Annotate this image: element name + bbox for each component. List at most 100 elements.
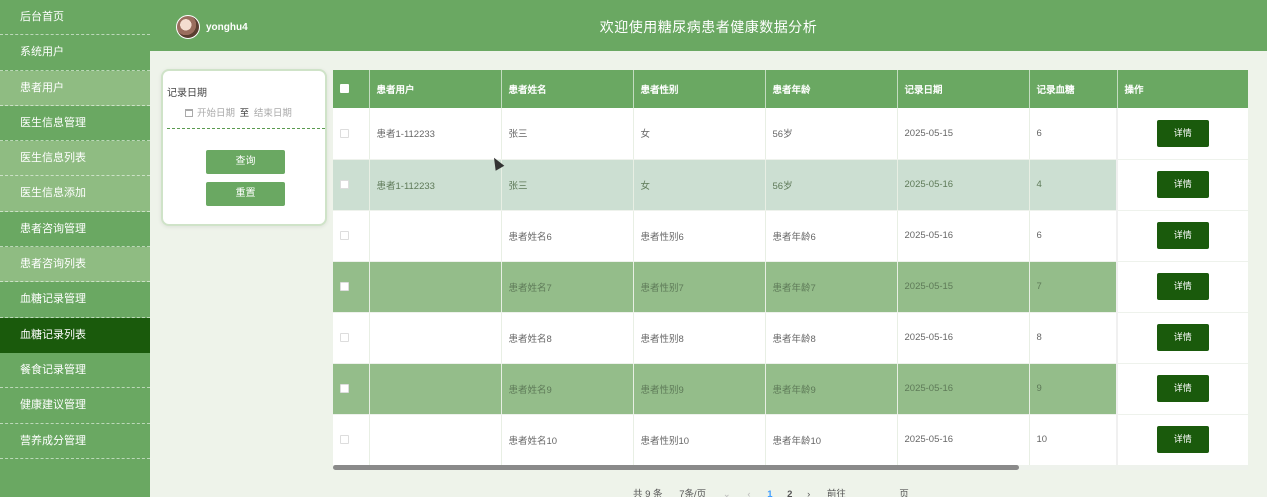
select-all-checkbox[interactable] xyxy=(340,84,349,94)
sidebar-item-home[interactable]: 后台首页 xyxy=(0,0,150,36)
col-header-patient-name[interactable]: 患者姓名 xyxy=(501,70,634,108)
cell-glucose: 4 xyxy=(1029,159,1118,211)
sidebar-item-consult-management[interactable]: 患者咨询管理 xyxy=(0,212,150,248)
sidebar-item-meal-management[interactable]: 餐食记录管理 xyxy=(0,353,150,389)
search-panel: 记录日期 开始日期 至 结束日期 查询 重置 xyxy=(161,69,327,226)
cell-date: 2025-05-16 xyxy=(897,210,1030,262)
cell-user xyxy=(369,312,502,364)
detail-button[interactable]: 详情 xyxy=(1156,222,1209,249)
detail-button[interactable]: 详情 xyxy=(1156,171,1209,198)
pagination: 共 9 条 7条/页 ⌄ ‹ 1 2 › 前往 页 xyxy=(633,486,923,497)
cell-age: 患者年龄8 xyxy=(765,312,898,364)
prev-page-icon[interactable]: ‹ xyxy=(747,489,750,497)
detail-button[interactable]: 详情 xyxy=(1156,324,1209,351)
end-date-input[interactable]: 结束日期 xyxy=(254,108,292,119)
sidebar-item-doctor-management[interactable]: 医生信息管理 xyxy=(0,106,150,142)
col-header-patient-gender[interactable]: 患者性别 xyxy=(633,70,766,108)
sidebar-item-advice-management[interactable]: 健康建议管理 xyxy=(0,388,150,424)
cell-name: 患者姓名6 xyxy=(501,210,634,262)
cell-gender: 患者性别10 xyxy=(633,414,766,466)
start-date-input[interactable]: 开始日期 xyxy=(197,108,235,119)
detail-button[interactable]: 详情 xyxy=(1156,426,1209,453)
sidebar-item-doctor-add[interactable]: 医生信息添加 xyxy=(0,176,150,212)
cell-gender: 患者性别6 xyxy=(633,210,766,262)
table-row[interactable]: 患者姓名8 患者性别8 患者年龄8 2025-05-16 8 详情 xyxy=(333,312,1248,364)
row-checkbox[interactable] xyxy=(340,281,349,291)
col-header-patient-user[interactable]: 患者用户 xyxy=(369,70,502,108)
page-title: 欢迎使用糖尿病患者健康数据分析 xyxy=(599,19,818,35)
goto-label: 前往 xyxy=(826,489,846,497)
col-header-patient-age[interactable]: 患者年龄 xyxy=(765,70,898,108)
cell-gender: 患者性别9 xyxy=(633,363,766,415)
row-checkbox[interactable] xyxy=(340,179,349,189)
sidebar-item-patient-users[interactable]: 患者用户 xyxy=(0,70,150,106)
cell-name: 患者姓名7 xyxy=(501,261,634,313)
sidebar-item-nutrition-management[interactable]: 营养成分管理 xyxy=(0,424,150,459)
col-header-record-glucose[interactable]: 记录血糖 xyxy=(1029,70,1118,108)
row-checkbox[interactable] xyxy=(340,128,349,138)
row-checkbox[interactable] xyxy=(340,383,349,393)
cell-name: 患者姓名8 xyxy=(501,312,634,364)
cell-user xyxy=(369,363,502,415)
cell-date: 2025-05-16 xyxy=(897,363,1030,415)
page-suffix-label: 页 xyxy=(899,489,909,497)
cell-age: 患者年龄10 xyxy=(765,414,898,466)
sidebar-item-system-users[interactable]: 系统用户 xyxy=(0,35,150,71)
range-separator: 至 xyxy=(239,108,250,119)
cell-user: 患者1-112233 xyxy=(369,108,502,160)
page-1-button[interactable]: 1 xyxy=(767,489,772,497)
page-2-button[interactable]: 2 xyxy=(787,489,792,497)
cell-age: 56岁 xyxy=(765,108,898,160)
calendar-icon xyxy=(185,109,193,117)
cell-user xyxy=(369,261,502,313)
top-header: yonghu4 欢迎使用糖尿病患者健康数据分析 xyxy=(150,0,1267,51)
cell-name: 患者姓名9 xyxy=(501,363,634,415)
cell-gender: 女 xyxy=(633,159,766,211)
cell-age: 患者年龄6 xyxy=(765,210,898,262)
cell-user xyxy=(369,414,502,466)
select-all-cell[interactable] xyxy=(333,70,370,108)
cell-glucose: 9 xyxy=(1029,363,1118,415)
scrollbar-thumb[interactable] xyxy=(333,465,1019,470)
glucose-record-table: 患者用户 患者姓名 患者性别 患者年龄 记录日期 记录血糖 操作 患者1-112… xyxy=(333,70,1248,470)
row-checkbox[interactable] xyxy=(340,332,349,342)
row-checkbox[interactable] xyxy=(340,230,349,240)
next-page-icon[interactable]: › xyxy=(807,489,810,497)
page-size-select[interactable]: 7条/页 xyxy=(679,489,706,497)
cell-name: 张三 xyxy=(501,159,634,211)
detail-button[interactable]: 详情 xyxy=(1156,273,1209,300)
cell-date: 2025-05-15 xyxy=(897,108,1030,160)
sidebar-item-glucose-list[interactable]: 血糖记录列表 xyxy=(0,317,150,353)
cell-glucose: 8 xyxy=(1029,312,1118,364)
query-button[interactable]: 查询 xyxy=(206,150,285,174)
sidebar-item-doctor-list[interactable]: 医生信息列表 xyxy=(0,141,150,177)
cell-age: 患者年龄7 xyxy=(765,261,898,313)
row-checkbox[interactable] xyxy=(340,434,349,444)
cell-glucose: 10 xyxy=(1029,414,1118,466)
detail-button[interactable]: 详情 xyxy=(1156,119,1209,147)
reset-button[interactable]: 重置 xyxy=(206,182,285,206)
cell-gender: 患者性别8 xyxy=(633,312,766,364)
cell-name: 患者姓名10 xyxy=(501,414,634,466)
col-header-actions: 操作 xyxy=(1117,70,1248,108)
detail-button[interactable]: 详情 xyxy=(1156,375,1209,402)
cell-gender: 女 xyxy=(633,108,766,160)
date-range-picker[interactable]: 开始日期 至 结束日期 xyxy=(167,107,325,129)
table-row[interactable]: 患者1-112233 张三 女 56岁 2025-05-16 4 详情 xyxy=(333,159,1248,211)
cell-glucose: 7 xyxy=(1029,261,1118,313)
col-header-record-date[interactable]: 记录日期 xyxy=(897,70,1030,108)
sidebar: 后台首页 系统用户 患者用户 医生信息管理 医生信息列表 医生信息添加 患者咨询… xyxy=(0,0,150,497)
table-row[interactable]: 患者姓名9 患者性别9 患者年龄9 2025-05-16 9 详情 xyxy=(333,363,1248,415)
table-row[interactable]: 患者1-112233 张三 女 56岁 2025-05-15 6 详情 xyxy=(333,108,1248,160)
cell-name: 张三 xyxy=(501,108,634,160)
chevron-down-icon[interactable]: ⌄ xyxy=(723,489,731,497)
sidebar-item-consult-list[interactable]: 患者咨询列表 xyxy=(0,247,150,283)
table-row[interactable]: 患者姓名10 患者性别10 患者年龄10 2025-05-16 10 详情 xyxy=(333,414,1248,466)
table-header-row: 患者用户 患者姓名 患者性别 患者年龄 记录日期 记录血糖 操作 xyxy=(333,70,1248,108)
table-row[interactable]: 患者姓名6 患者性别6 患者年龄6 2025-05-16 6 详情 xyxy=(333,210,1248,262)
horizontal-scrollbar[interactable] xyxy=(333,465,1248,470)
sidebar-item-glucose-management[interactable]: 血糖记录管理 xyxy=(0,282,150,318)
table-row[interactable]: 患者姓名7 患者性别7 患者年龄7 2025-05-15 7 详情 xyxy=(333,261,1248,313)
total-count: 共 9 条 xyxy=(633,489,663,497)
cell-age: 患者年龄9 xyxy=(765,363,898,415)
